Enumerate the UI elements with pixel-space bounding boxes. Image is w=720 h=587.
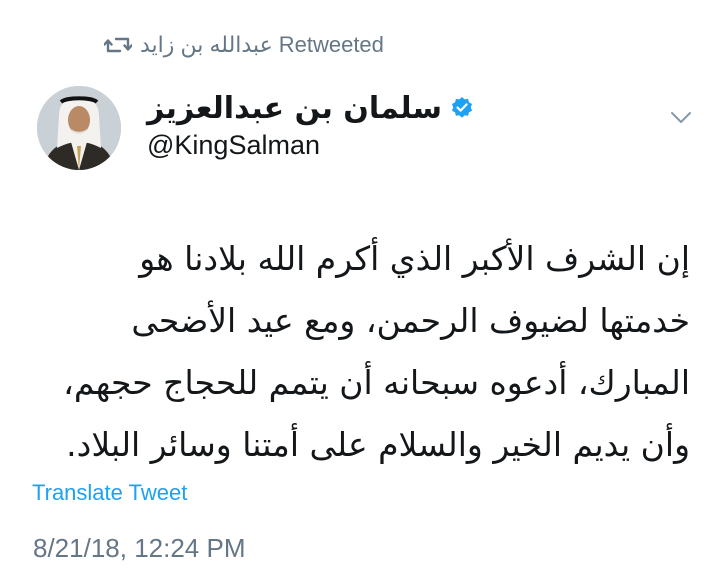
chevron-down-icon[interactable] — [670, 106, 692, 128]
author-name[interactable]: سلمان بن عبدالعزيز — [147, 91, 442, 126]
translate-tweet-link[interactable]: Translate Tweet — [32, 480, 187, 506]
avatar[interactable] — [37, 86, 121, 170]
retweeter-name[interactable]: عبدالله بن زايد — [140, 32, 273, 58]
verified-badge-icon — [450, 96, 474, 120]
tweet-timestamp[interactable]: 8/21/18, 12:24 PM — [33, 533, 245, 564]
tweet-text-line: المبارك، أدعوه سبحانه أن يتمم للحجاج حجه… — [63, 363, 690, 402]
tweet-text: إن الشرف الأكبر الذي أكرم الله بلادنا هو… — [30, 228, 690, 476]
retweet-context[interactable]: عبدالله بن زايد Retweeted — [104, 28, 384, 62]
tweet-text-line: خدمتها لضيوف الرحمن، ومع عيد الأضحى — [131, 301, 690, 340]
author-handle[interactable]: @KingSalman — [147, 130, 474, 161]
retweet-icon — [104, 34, 132, 56]
tweet-author[interactable]: سلمان بن عبدالعزيز @KingSalman — [147, 88, 474, 161]
tweet-text-line: إن الشرف الأكبر الذي أكرم الله بلادنا هو — [139, 239, 690, 278]
retweeted-label: Retweeted — [278, 32, 384, 57]
tweet-text-line: وأن يديم الخير والسلام على أمتنا وسائر ا… — [66, 425, 690, 464]
